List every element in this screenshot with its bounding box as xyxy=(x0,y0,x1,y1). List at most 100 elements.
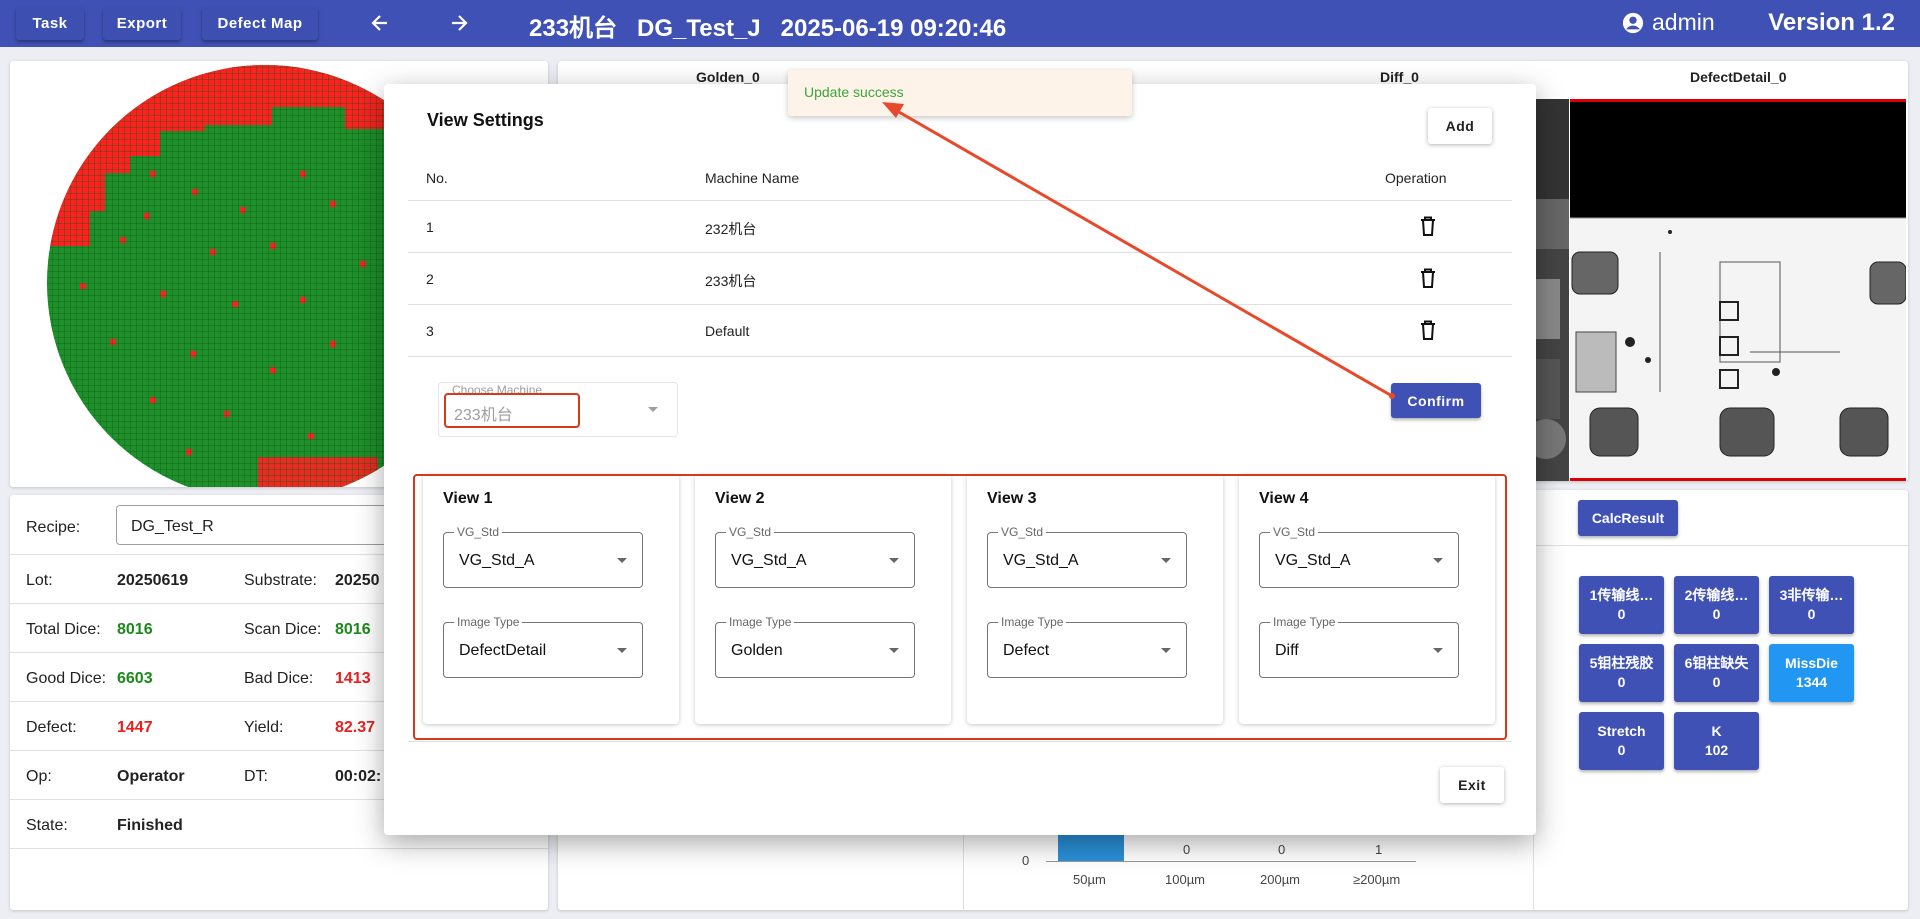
account-icon xyxy=(1622,12,1644,33)
bad-dice-value: 1413 xyxy=(335,670,371,687)
table-row[interactable]: 1 232机台 xyxy=(408,201,1512,253)
choose-machine-select[interactable]: Choose Machine 233机台 xyxy=(438,382,678,437)
defect-tile[interactable]: 3非传输… 0 xyxy=(1769,576,1854,634)
hist-value: 0 xyxy=(1278,842,1286,857)
scan-dice-label: Scan Dice: xyxy=(244,621,322,638)
row-no: 1 xyxy=(426,219,434,235)
confirm-button[interactable]: Confirm xyxy=(1391,383,1481,418)
tile-name: K xyxy=(1711,723,1722,739)
lot-label: Lot: xyxy=(26,572,53,589)
defect-tile[interactable]: 6钼柱缺失 0 xyxy=(1674,644,1759,702)
hist-category: 100µm xyxy=(1165,872,1206,887)
defect-tile[interactable]: 2传输线… 0 xyxy=(1674,576,1759,634)
page-title: 233机台 DG_Test_J 2025-06-19 09:20:46 xyxy=(529,15,1007,42)
back-arrow-icon[interactable] xyxy=(362,8,398,38)
tile-name: 2传输线… xyxy=(1684,587,1749,603)
tile-name: 3非传输… xyxy=(1779,587,1844,603)
tile-name: MissDie xyxy=(1785,655,1838,671)
success-toast: Update success xyxy=(788,70,1132,116)
recipe-label: Recipe: xyxy=(26,519,81,536)
user-menu[interactable]: admin xyxy=(1622,9,1715,36)
scan-dice-value: 8016 xyxy=(335,621,371,638)
top-bar: Task Export Defect Map 233机台 DG_Test_J 2… xyxy=(0,0,1920,47)
golden-label: Golden_0 xyxy=(696,69,760,85)
calc-result-button[interactable]: CalcResult xyxy=(1578,500,1678,536)
yield-value: 82.37 xyxy=(335,719,376,736)
trash-icon[interactable] xyxy=(1418,215,1438,237)
tile-name: 5钼柱残胶 xyxy=(1589,655,1654,671)
hist-category: 200µm xyxy=(1260,872,1301,887)
trash-icon[interactable] xyxy=(1418,319,1438,341)
bad-dice-label: Bad Dice: xyxy=(244,670,314,687)
defect-detail-label: DefectDetail_0 xyxy=(1690,69,1787,85)
row-name: Default xyxy=(705,323,750,339)
col-machine-name: Machine Name xyxy=(705,170,800,186)
view-settings-dialog: View Settings Add No. Machine Name Opera… xyxy=(384,84,1536,835)
hist-axis xyxy=(1046,861,1416,862)
tile-name: Stretch xyxy=(1597,723,1646,739)
row-no: 3 xyxy=(426,323,434,339)
defect-tile[interactable]: Stretch 0 xyxy=(1579,712,1664,770)
tile-count: 1344 xyxy=(1795,674,1828,690)
version-label: Version 1.2 xyxy=(1768,9,1895,36)
op-value: Operator xyxy=(117,768,185,785)
tile-count: 102 xyxy=(1704,742,1729,758)
divider xyxy=(408,741,1512,742)
choose-machine-value: 233机台 xyxy=(454,407,513,424)
state-label: State: xyxy=(26,817,68,834)
hist-bar xyxy=(1058,833,1124,861)
username: admin xyxy=(1652,9,1715,35)
good-dice-label: Good Dice: xyxy=(26,670,107,687)
export-button[interactable]: Export xyxy=(103,7,181,40)
tile-count: 0 xyxy=(1712,606,1721,622)
table-row[interactable]: 3 Default xyxy=(408,305,1512,357)
row-name: 232机台 xyxy=(705,221,757,237)
defect-map-button[interactable]: Defect Map xyxy=(202,7,318,40)
state-value: Finished xyxy=(117,817,183,834)
tile-count: 0 xyxy=(1617,674,1626,690)
hist-category: ≥200µm xyxy=(1353,872,1401,887)
substrate-label: Substrate: xyxy=(244,572,317,589)
defect-tile[interactable]: 1传输线… 0 xyxy=(1579,576,1664,634)
hist-value: 0 xyxy=(1183,842,1191,857)
forward-arrow-icon[interactable] xyxy=(441,8,477,38)
chevron-down-icon xyxy=(648,407,658,412)
total-dice-value: 8016 xyxy=(117,621,153,638)
tile-name: 6钼柱缺失 xyxy=(1684,655,1749,671)
exit-button[interactable]: Exit xyxy=(1440,767,1504,803)
op-label: Op: xyxy=(26,768,52,785)
col-no: No. xyxy=(426,170,448,186)
defect-value: 1447 xyxy=(117,719,153,736)
good-dice-value: 6603 xyxy=(117,670,153,687)
tile-count: 0 xyxy=(1617,606,1626,622)
trash-icon[interactable] xyxy=(1418,267,1438,289)
hist-value: 1 xyxy=(1375,842,1383,857)
tile-count: 0 xyxy=(1712,674,1721,690)
diff-label: Diff_0 xyxy=(1380,69,1419,85)
defect-tile[interactable]: K 102 xyxy=(1674,712,1759,770)
col-operation: Operation xyxy=(1385,170,1447,186)
hist-category: 50µm xyxy=(1073,872,1106,887)
table-row[interactable]: 2 233机台 xyxy=(408,253,1512,305)
defect-tile[interactable]: 5钼柱残胶 0 xyxy=(1579,644,1664,702)
substrate-value: 20250 xyxy=(335,572,380,589)
tile-name: 1传输线… xyxy=(1589,587,1654,603)
task-button[interactable]: Task xyxy=(16,7,84,40)
defect-label: Defect: xyxy=(26,719,77,736)
defect-detail-image[interactable] xyxy=(1570,99,1906,481)
yield-label: Yield: xyxy=(244,719,284,736)
tile-count: 0 xyxy=(1807,606,1816,622)
row-no: 2 xyxy=(426,271,434,287)
annotation-highlight xyxy=(413,474,1507,740)
row-name: 233机台 xyxy=(705,273,757,289)
add-button[interactable]: Add xyxy=(1428,108,1492,144)
lot-value: 20250619 xyxy=(117,572,189,589)
recipe-field[interactable]: DG_Test_R xyxy=(116,505,416,545)
hist-y-zero: 0 xyxy=(1022,853,1030,868)
tile-count: 0 xyxy=(1617,742,1626,758)
defect-tile-selected[interactable]: MissDie 1344 xyxy=(1769,644,1854,702)
dialog-title: View Settings xyxy=(427,110,544,130)
table-header: No. Machine Name Operation xyxy=(408,154,1512,201)
total-dice-label: Total Dice: xyxy=(26,621,101,638)
dt-label: DT: xyxy=(244,768,268,785)
